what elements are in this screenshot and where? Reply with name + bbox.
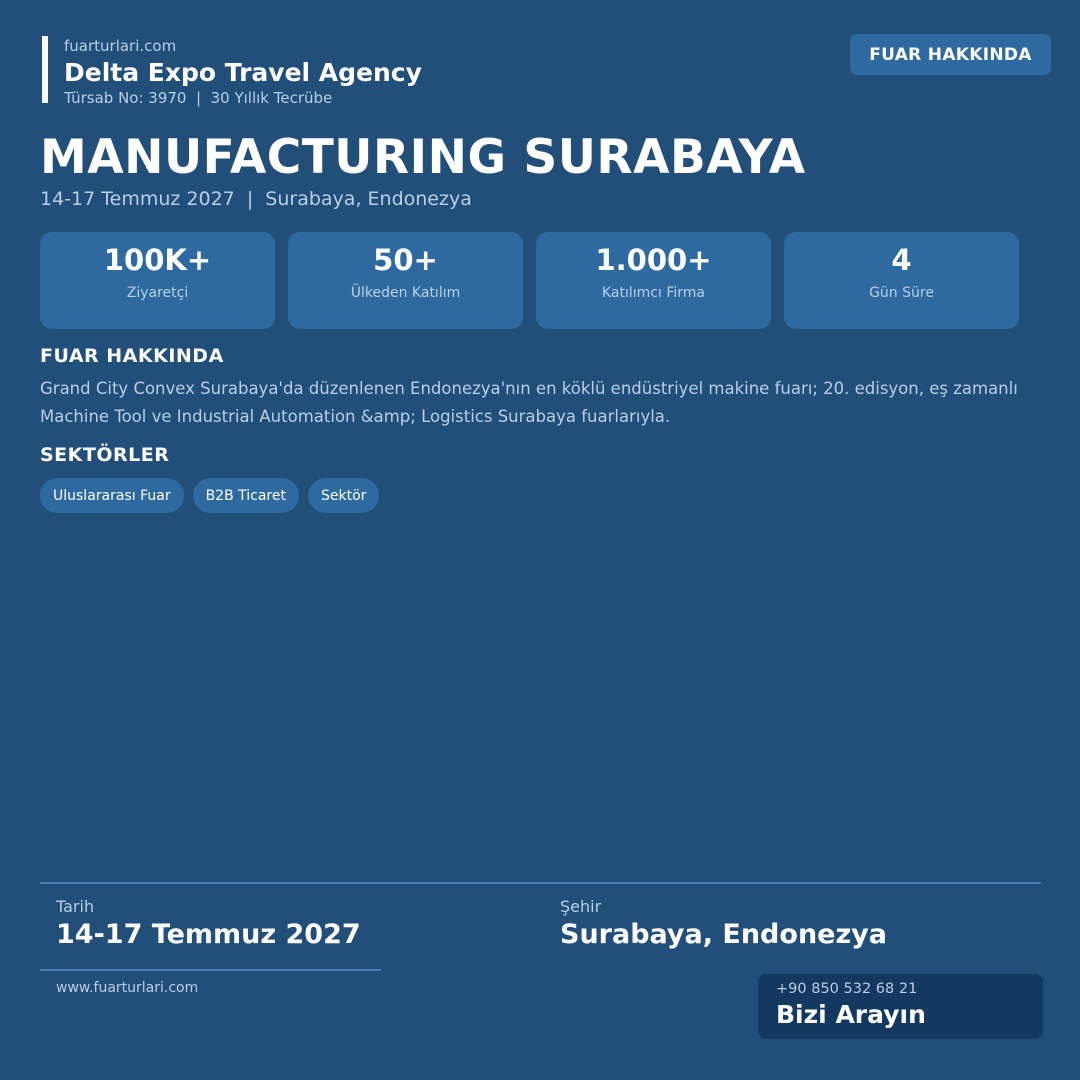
- call-label: Bizi Arayın: [776, 1000, 926, 1029]
- event-title: MANUFACTURING SURABAYA: [40, 130, 806, 185]
- sector-tag[interactable]: Uluslararası Fuar: [40, 478, 184, 513]
- sector-tags: Uluslararası Fuar B2B Ticaret Sektör: [40, 478, 380, 513]
- footer-divider: [40, 882, 1041, 884]
- stat-card-exhibitors: 1.000+ Katılımcı Firma: [536, 232, 771, 329]
- phone-number: +90 850 532 68 21: [776, 981, 918, 997]
- sectors-heading: SEKTÖRLER: [40, 444, 170, 466]
- footer-url[interactable]: www.fuarturlari.com: [56, 980, 198, 996]
- brand-meta: Türsab No: 3970 | 30 Yıllık Tecrübe: [64, 89, 333, 107]
- about-heading: FUAR HAKKINDA: [40, 345, 224, 367]
- fuar-hakkinda-button[interactable]: FUAR HAKKINDA: [850, 34, 1051, 75]
- about-text: Grand City Convex Surabaya'da düzenlenen…: [40, 379, 1018, 426]
- brand-name: Delta Expo Travel Agency: [64, 58, 422, 87]
- stat-value: 100K+: [103, 243, 212, 277]
- date-value: 14-17 Temmuz 2027: [56, 919, 361, 950]
- stat-value: 4: [891, 243, 912, 277]
- stat-label: Ziyaretçi: [126, 285, 189, 301]
- date-label: Tarih: [56, 897, 95, 916]
- stat-card-countries: 50+ Ülkeden Katılım: [288, 232, 523, 329]
- stat-card-visitors: 100K+ Ziyaretçi: [40, 232, 275, 329]
- stat-value: 1.000+: [595, 243, 712, 277]
- city-value: Surabaya, Endonezya: [560, 919, 888, 950]
- brand-accent-bar: [42, 36, 48, 103]
- call-us-button[interactable]: +90 850 532 68 21 Bizi Arayın: [758, 974, 1043, 1039]
- stat-label: Katılımcı Firma: [602, 285, 705, 301]
- event-subtitle: 14-17 Temmuz 2027 | Surabaya, Endonezya: [40, 188, 472, 210]
- sector-tag[interactable]: Sektör: [307, 478, 380, 513]
- stat-card-days: 4 Gün Süre: [784, 232, 1019, 329]
- stat-label: Gün Süre: [869, 285, 934, 301]
- brand-site: fuarturlari.com: [64, 37, 177, 55]
- stat-value: 50+: [373, 243, 438, 277]
- url-divider: [40, 969, 381, 971]
- stat-label: Ülkeden Katılım: [350, 285, 461, 301]
- city-label: Şehir: [560, 897, 602, 916]
- sector-tag[interactable]: B2B Ticaret: [192, 478, 299, 513]
- brand-block: fuarturlari.com Delta Expo Travel Agency…: [64, 36, 422, 107]
